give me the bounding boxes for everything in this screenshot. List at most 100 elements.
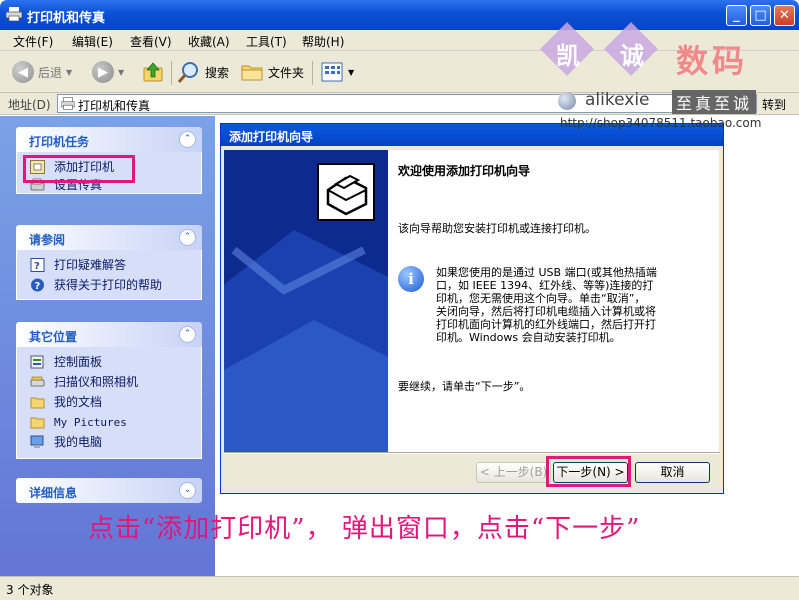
- sidebar-item-my-pictures[interactable]: My Pictures: [17, 412, 201, 432]
- highlight-add-printer: [23, 155, 135, 183]
- folder-icon: [30, 397, 45, 409]
- control-panel-icon: [30, 355, 44, 369]
- svg-text:?: ?: [35, 281, 41, 292]
- views-button[interactable]: ▼: [320, 59, 354, 85]
- wizard-info-text: 如果您使用的是通过 USB 端口(或其他热插端 口，如 IEEE 1394、红外…: [436, 266, 706, 344]
- printer-tasks-header[interactable]: 打印机任务 ⌃: [16, 127, 202, 152]
- sidebar-item-scanners[interactable]: 扫描仪和照相机: [17, 372, 201, 392]
- info-line: 印机。Windows 会自动安装打印机。: [436, 331, 621, 344]
- close-button[interactable]: ✕: [774, 5, 795, 26]
- highlight-next-button: [546, 456, 631, 487]
- window-titlebar: 打印机和传真 _ □ ✕: [0, 0, 799, 30]
- menu-favorites[interactable]: 收藏(A): [188, 33, 230, 50]
- search-button[interactable]: 搜索: [177, 59, 229, 85]
- chevron-down-icon: ▼: [348, 67, 355, 77]
- sidebar-item-label: 我的文档: [54, 395, 103, 409]
- panel-title: 其它位置: [29, 330, 78, 344]
- wizard-continue-text: 要继续，请单击“下一步”。: [398, 380, 531, 393]
- wizard-heading: 欢迎使用添加打印机向导: [398, 164, 531, 178]
- back-label: 后退: [38, 65, 63, 80]
- other-places-panel: 其它位置 ⌃ 控制面板 扫描仪和照相机 我的文档 My Pictures 我的电…: [16, 322, 202, 459]
- info-line: 打印机面向计算机的红外线端口，然后打开打: [436, 318, 656, 331]
- see-also-header[interactable]: 请参阅 ⌃: [16, 225, 202, 250]
- menu-tools[interactable]: 工具(T): [246, 33, 287, 50]
- sidebar-item-label: My Pictures: [54, 416, 127, 429]
- shop-watermark: 凯 诚 数码 alikexie 至真至诚 http://shop34078511…: [540, 22, 799, 135]
- see-also-panel: 请参阅 ⌃ ? 打印疑难解答 ? 获得关于打印的帮助: [16, 225, 202, 300]
- menu-file[interactable]: 文件(F): [13, 33, 53, 50]
- status-bar: 3 个对象: [0, 576, 799, 600]
- help-book-icon: ?: [30, 258, 45, 272]
- help-circle-icon: ?: [31, 278, 44, 292]
- svg-text:?: ?: [34, 261, 40, 272]
- cancel-button[interactable]: 取消: [635, 462, 710, 483]
- info-line: 关闭向导，然后将打印机电缆插入计算机或将: [436, 305, 656, 318]
- back-button[interactable]: < 上一步(B): [476, 462, 551, 483]
- watermark-slogan: 至真至诚: [672, 90, 757, 114]
- printer-icon: [61, 97, 75, 110]
- search-icon: [177, 62, 198, 83]
- other-places-header[interactable]: 其它位置 ⌃: [16, 322, 202, 347]
- computer-icon: [30, 435, 44, 448]
- printer-illustration: [224, 150, 388, 452]
- info-line: 印机，您无需使用这个向导。单击“取消”，: [436, 292, 646, 305]
- chevron-down-icon: ▼: [118, 67, 125, 77]
- sidebar-item-label: 获得关于打印的帮助: [54, 278, 163, 292]
- collapse-icon[interactable]: ⌃: [179, 131, 196, 148]
- up-folder-button[interactable]: [142, 59, 164, 85]
- sidebar-item-label: 控制面板: [54, 355, 103, 369]
- back-arrow-icon: ◀: [12, 61, 34, 83]
- printer-icon: [6, 7, 22, 21]
- menu-edit[interactable]: 编辑(E): [72, 33, 113, 50]
- minimize-button[interactable]: _: [726, 5, 747, 26]
- panel-title: 打印机任务: [29, 135, 90, 149]
- folders-icon: [241, 65, 263, 81]
- scanner-icon: [30, 376, 45, 387]
- add-printer-wizard: 添加打印机向导 欢迎使用添加打印机向导 该向导帮助您安装打印机或连接打印机。 i…: [220, 123, 724, 494]
- panel-title: 详细信息: [29, 486, 78, 500]
- address-label: 地址(D): [8, 98, 51, 112]
- globe-icon: [558, 92, 576, 110]
- instruction-caption: 点击“添加打印机”， 弹出窗口，点击“下一步”: [88, 514, 641, 544]
- forward-button[interactable]: ▶ ▼: [92, 59, 124, 85]
- status-text: 3 个对象: [6, 583, 54, 597]
- sidebar-item-label: 扫描仪和照相机: [54, 375, 139, 389]
- search-label: 搜索: [205, 65, 230, 80]
- brand-char: 凯: [556, 42, 580, 70]
- collapse-icon[interactable]: ⌃: [179, 229, 196, 246]
- back-button[interactable]: ◀ 后退 ▼: [12, 59, 72, 85]
- details-header[interactable]: 详细信息 ⌄: [16, 478, 202, 503]
- watermark-user: alikexie: [585, 90, 650, 110]
- sidebar-item-label: 打印疑难解答: [54, 258, 127, 272]
- info-line: 口，如 IEEE 1394、红外线、等等)连接的打: [436, 279, 654, 292]
- maximize-button[interactable]: □: [750, 5, 771, 26]
- wizard-intro: 该向导帮助您安装打印机或连接打印机。: [398, 222, 596, 235]
- sidebar-item-print-help[interactable]: ? 获得关于打印的帮助: [17, 275, 201, 295]
- views-icon: [321, 62, 343, 82]
- up-folder-icon: [143, 62, 163, 82]
- sidebar-item-control-panel[interactable]: 控制面板: [17, 352, 201, 372]
- menu-help[interactable]: 帮助(H): [302, 33, 344, 50]
- info-line: 如果您使用的是通过 USB 端口(或其他热插端: [436, 266, 657, 279]
- folders-button[interactable]: 文件夹: [240, 59, 304, 85]
- info-icon: i: [398, 266, 424, 292]
- menu-view[interactable]: 查看(V): [130, 33, 172, 50]
- collapse-icon[interactable]: ⌃: [179, 326, 196, 343]
- brand-suffix: 数码: [676, 42, 749, 80]
- expand-icon[interactable]: ⌄: [179, 482, 196, 499]
- panel-title: 请参阅: [29, 233, 66, 247]
- folder-icon: [30, 417, 45, 429]
- sidebar-item-troubleshoot[interactable]: ? 打印疑难解答: [17, 255, 201, 275]
- sidebar-item-my-computer[interactable]: 我的电脑: [17, 432, 201, 452]
- sidebar-item-label: 我的电脑: [54, 435, 103, 449]
- chevron-down-icon: ▼: [66, 67, 73, 77]
- watermark-url: http://shop34078511.taobao.com: [560, 116, 762, 130]
- brand-char: 诚: [620, 42, 644, 70]
- task-pane: 打印机任务 ⌃ 添加打印机 设置传真 请参阅 ⌃ ? 打印疑难解答 ? 获得关于…: [0, 116, 215, 576]
- address-value: 打印机和传真: [78, 99, 151, 113]
- forward-arrow-icon: ▶: [92, 61, 114, 83]
- wizard-side-banner: [224, 150, 388, 452]
- details-panel: 详细信息 ⌄: [16, 478, 202, 503]
- sidebar-item-my-documents[interactable]: 我的文档: [17, 392, 201, 412]
- window-title: 打印机和传真: [27, 11, 106, 26]
